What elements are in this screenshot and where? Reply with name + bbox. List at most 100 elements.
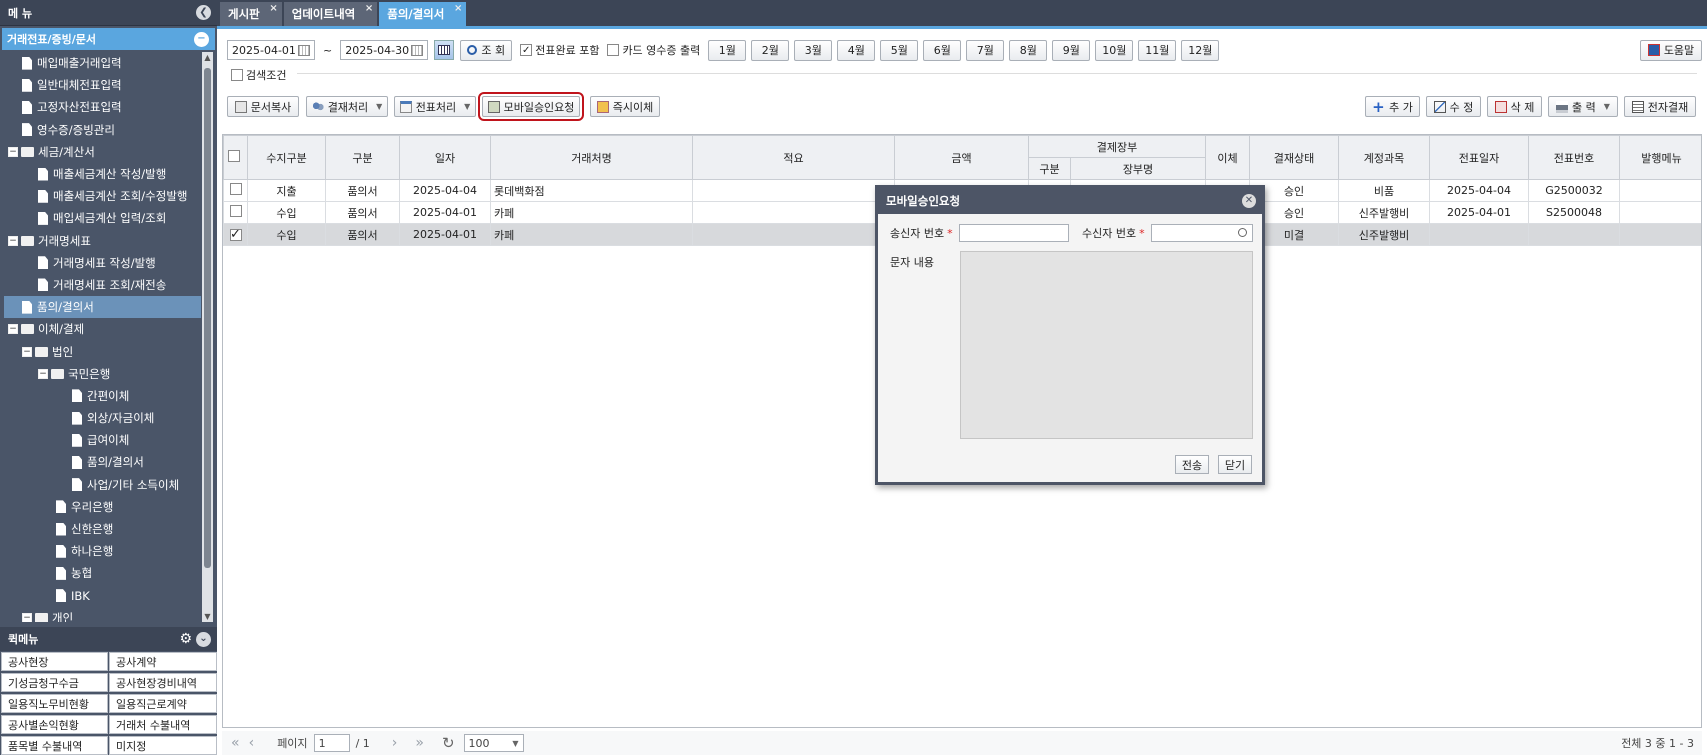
sidebar-item[interactable]: 거래명세표 작성/발행 bbox=[4, 252, 201, 274]
cell-voucher-no[interactable]: S2500048 bbox=[1528, 201, 1621, 224]
sidebar-category[interactable]: 거래전표/증빙/문서 − bbox=[2, 28, 215, 50]
select-all-header[interactable] bbox=[223, 135, 248, 180]
scroll-up-icon[interactable]: ▲ bbox=[202, 52, 213, 63]
card-receipt-option[interactable]: 카드 영수증 출력 bbox=[607, 42, 700, 58]
cell-voucher-date[interactable]: 2025-04-01 bbox=[1429, 201, 1530, 224]
col-memo[interactable]: 적요 bbox=[692, 135, 895, 180]
cell-date[interactable]: 2025-04-04 bbox=[399, 179, 491, 202]
cell-voucher-date[interactable]: 2025-04-04 bbox=[1429, 179, 1530, 202]
cell-vendor[interactable]: 카페 bbox=[490, 223, 693, 246]
help-button[interactable]: 도움말 bbox=[1640, 39, 1702, 61]
sidebar-item[interactable]: 우리은행 bbox=[4, 496, 201, 518]
month-button[interactable]: 5월 bbox=[880, 39, 919, 61]
sidebar-item[interactable]: − 법인 bbox=[4, 340, 201, 362]
month-button[interactable]: 11월 bbox=[1138, 39, 1177, 61]
include-completed-checkbox[interactable]: ✓ bbox=[520, 44, 533, 56]
edit-button[interactable]: 수 정 bbox=[1426, 96, 1481, 117]
col-ledger-name[interactable]: 장부명 bbox=[1069, 157, 1207, 180]
close-button[interactable]: 닫기 bbox=[1218, 455, 1252, 474]
row-checkbox[interactable] bbox=[229, 183, 242, 195]
sidebar-item[interactable]: 급여이체 bbox=[4, 429, 201, 451]
calendar-picker-button[interactable] bbox=[434, 40, 455, 60]
close-icon[interactable]: × bbox=[365, 3, 373, 14]
cell-type[interactable]: 지출 bbox=[247, 179, 326, 202]
page-size-select[interactable]: 100 ▼ bbox=[463, 734, 524, 752]
month-button[interactable]: 4월 bbox=[837, 39, 876, 61]
receiver-number-input[interactable] bbox=[1150, 224, 1253, 242]
sidebar-item[interactable]: 신한은행 bbox=[4, 518, 201, 540]
quickmenu-item[interactable]: 일용직근로계약 bbox=[109, 694, 217, 713]
cell-type[interactable]: 수입 bbox=[247, 201, 326, 224]
col-amount[interactable]: 금액 bbox=[894, 135, 1029, 180]
cell-memo[interactable] bbox=[692, 179, 895, 202]
sidebar-item[interactable]: 농협 bbox=[4, 562, 201, 584]
calendar-icon[interactable] bbox=[411, 44, 424, 56]
col-issue[interactable]: 발행메뉴 bbox=[1619, 135, 1701, 180]
collapse-toggle-icon[interactable]: − bbox=[8, 235, 18, 246]
select-all-checkbox[interactable] bbox=[228, 150, 240, 162]
minus-icon[interactable]: − bbox=[194, 31, 209, 47]
search-condition[interactable]: 검색조건 bbox=[231, 67, 291, 83]
col-date[interactable]: 일자 bbox=[399, 135, 491, 180]
col-ledger-type[interactable]: 구분 bbox=[1028, 157, 1071, 180]
cell-type[interactable]: 수입 bbox=[247, 223, 326, 246]
sidebar-item[interactable]: 간편이체 bbox=[4, 385, 201, 407]
col-category[interactable]: 구분 bbox=[325, 135, 400, 180]
delete-button[interactable]: 삭 제 bbox=[1487, 96, 1542, 117]
calendar-icon[interactable] bbox=[298, 44, 310, 56]
collapse-toggle-icon[interactable]: − bbox=[38, 368, 48, 379]
prev-page-icon[interactable]: ‹ bbox=[249, 735, 255, 751]
quickmenu-item[interactable]: 거래처 수불내역 bbox=[109, 715, 217, 734]
cell-category[interactable]: 품의서 bbox=[325, 201, 400, 224]
doc-copy-button[interactable]: 문서복사 bbox=[227, 96, 299, 117]
collapse-toggle-icon[interactable]: − bbox=[8, 324, 18, 335]
col-account[interactable]: 계정과목 bbox=[1338, 135, 1431, 180]
voucher-dropdown[interactable]: 전표처리 ▼ bbox=[394, 96, 476, 117]
search-condition-checkbox[interactable] bbox=[231, 69, 243, 81]
collapse-toggle-icon[interactable]: − bbox=[22, 346, 32, 357]
sidebar-item[interactable]: 매입매출거래입력 bbox=[4, 52, 201, 74]
month-button[interactable]: 1월 bbox=[708, 39, 747, 61]
first-page-icon[interactable]: « bbox=[231, 735, 240, 751]
quickmenu-item[interactable]: 미지정 bbox=[109, 736, 217, 755]
page-input[interactable]: 1 bbox=[313, 734, 350, 752]
cell-issue[interactable] bbox=[1619, 223, 1701, 246]
collapse-toggle-icon[interactable]: − bbox=[8, 146, 18, 157]
print-dropdown[interactable]: 출 력 ▼ bbox=[1548, 96, 1618, 117]
sidebar-scrollbar[interactable]: ▲ ▼ bbox=[202, 52, 213, 622]
send-button[interactable]: 전송 bbox=[1175, 455, 1209, 474]
cell-memo[interactable] bbox=[692, 201, 895, 224]
cell-account[interactable]: 비품 bbox=[1338, 179, 1431, 202]
col-voucher-date[interactable]: 전표일자 bbox=[1429, 135, 1530, 180]
message-textarea[interactable] bbox=[960, 251, 1253, 439]
sidebar-item[interactable]: 외상/자금이체 bbox=[4, 407, 201, 429]
month-button[interactable]: 12월 bbox=[1181, 39, 1220, 61]
cell-vendor[interactable]: 롯데백화점 bbox=[490, 179, 693, 202]
row-select-cell[interactable]: ✓ bbox=[223, 223, 248, 246]
cell-vendor[interactable]: 카페 bbox=[490, 201, 693, 224]
cell-category[interactable]: 품의서 bbox=[325, 223, 400, 246]
quickmenu-item[interactable]: 공사현장 bbox=[1, 652, 108, 671]
scroll-down-icon[interactable]: ▼ bbox=[202, 611, 213, 622]
col-voucher-no[interactable]: 전표번호 bbox=[1528, 135, 1621, 180]
cell-account[interactable]: 신주발행비 bbox=[1338, 223, 1431, 246]
mobile-approval-button[interactable]: 모바일승인요청 bbox=[478, 92, 584, 121]
sender-number-input[interactable] bbox=[958, 224, 1069, 242]
sidebar-item[interactable]: 일반대체전표입력 bbox=[4, 74, 201, 96]
sidebar-item[interactable]: 품의/결의서 bbox=[4, 451, 201, 473]
row-checkbox[interactable]: ✓ bbox=[229, 227, 242, 242]
tab-item[interactable]: 게시판 × bbox=[220, 2, 282, 26]
col-type[interactable]: 수지구분 bbox=[247, 135, 326, 180]
col-vendor[interactable]: 거래처명 bbox=[490, 135, 693, 180]
sidebar-item[interactable]: 매출세금계산 작성/발행 bbox=[4, 163, 201, 185]
cell-date[interactable]: 2025-04-01 bbox=[399, 223, 491, 246]
month-button[interactable]: 10월 bbox=[1095, 39, 1134, 61]
month-button[interactable]: 2월 bbox=[751, 39, 790, 61]
chevron-down-icon[interactable]: ⌄ bbox=[196, 631, 211, 647]
month-button[interactable]: 8월 bbox=[1009, 39, 1048, 61]
cell-category[interactable]: 품의서 bbox=[325, 179, 400, 202]
search-button[interactable]: 조 회 bbox=[460, 39, 513, 61]
quickmenu-item[interactable]: 공사별손익현황 bbox=[1, 715, 108, 734]
row-checkbox[interactable] bbox=[229, 205, 242, 217]
col-status[interactable]: 결재상태 bbox=[1249, 135, 1340, 180]
